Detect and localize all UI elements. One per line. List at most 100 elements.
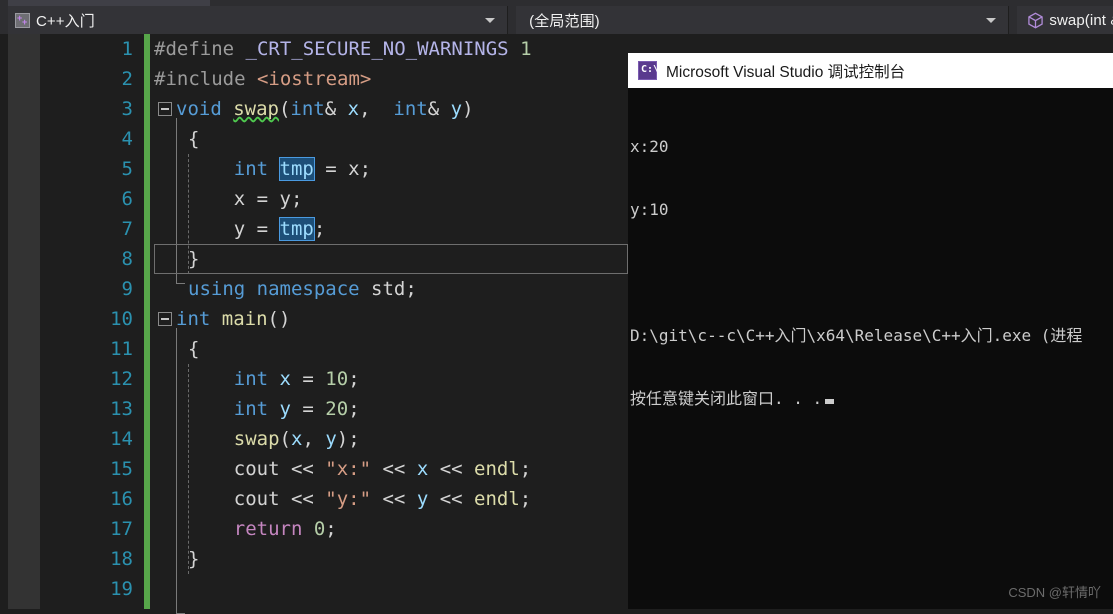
- scope-dropdown[interactable]: (全局范围): [516, 6, 1010, 34]
- line-number: 8: [121, 248, 133, 270]
- line-number: 12: [110, 368, 133, 390]
- line-number: 10: [110, 308, 133, 330]
- line-number: 7: [121, 218, 133, 240]
- line-number: 15: [110, 458, 133, 480]
- console-output-line: y:10: [630, 200, 669, 219]
- token-cout: cout <<: [188, 488, 326, 510]
- token-ampersand: &: [324, 98, 348, 120]
- member-dropdown[interactable]: swap(int &: [1017, 6, 1113, 34]
- token-cout: cout <<: [188, 458, 326, 480]
- line-number: 9: [121, 278, 133, 300]
- token-brace: {: [188, 128, 200, 150]
- token-keyword-using-namespace: using namespace: [188, 278, 372, 300]
- cmd-prompt-icon: C:\: [638, 61, 659, 80]
- token-arg-x: x: [290, 428, 303, 450]
- console-title-bar[interactable]: C:\ Microsoft Visual Studio 调试控制台: [628, 53, 1113, 88]
- console-output-line: 按任意键关闭此窗口. . .: [630, 389, 823, 408]
- navigation-bar: ++ C++入门 (全局范围) swap(int &: [0, 6, 1113, 34]
- console-output-line-with-cursor: 按任意键关闭此窗口. . .: [630, 388, 1113, 409]
- line-number-gutter: 1 2 3 4 5 6 7 8 9 10 11 12 13 14 15 16 1…: [40, 34, 143, 609]
- token-paren: );: [336, 428, 360, 450]
- token-variable-tmp-highlighted: tmp: [278, 157, 315, 181]
- token-ampersand: &: [427, 98, 451, 120]
- token-function-main: main: [221, 308, 268, 330]
- line-number: 4: [121, 128, 133, 150]
- token-equals: =: [290, 398, 326, 420]
- token-variable-y: y: [279, 398, 291, 420]
- line-number: 17: [110, 518, 133, 540]
- token-lhs-y: y =: [233, 218, 280, 240]
- token-function-call-swap: swap: [233, 428, 280, 450]
- line-number: 2: [121, 68, 133, 90]
- token-paren: ): [462, 98, 474, 120]
- line-number: 13: [110, 398, 133, 420]
- token-param-y: y: [450, 98, 463, 120]
- token-stream-op: <<: [428, 458, 475, 480]
- token-brace: {: [188, 338, 200, 360]
- token-keyword-void: void: [176, 98, 234, 120]
- token-keyword-int: int: [290, 98, 325, 120]
- project-dropdown[interactable]: + + C++入门: [8, 6, 509, 34]
- token-macro-value: 1: [508, 38, 532, 60]
- csdn-watermark: CSDN @轩情吖: [1008, 585, 1101, 600]
- line-number: 11: [110, 338, 133, 360]
- debug-console-window[interactable]: C:\ Microsoft Visual Studio 调试控制台 x:20 y…: [628, 53, 1113, 609]
- token-semicolon: ;: [313, 218, 326, 240]
- line-number: 14: [110, 428, 133, 450]
- console-window-title: Microsoft Visual Studio 调试控制台: [666, 63, 906, 81]
- token-keyword-int: int: [233, 158, 280, 180]
- token-endl: endl: [474, 488, 520, 510]
- token-semicolon: ;: [519, 488, 532, 510]
- token-comma: ,: [359, 98, 394, 120]
- token-paren: (: [278, 98, 291, 120]
- token-define: #define: [154, 38, 246, 60]
- cpp-file-icon: + +: [15, 12, 30, 28]
- cube-icon: [1028, 12, 1044, 28]
- token-number: 20: [325, 398, 349, 420]
- token-keyword-return: return: [233, 518, 314, 540]
- console-output: x:20 y:10 D:\git\c--c\C++入门\x64\Release\…: [628, 88, 1113, 451]
- token-semicolon: ;: [519, 458, 532, 480]
- line-number: 6: [121, 188, 133, 210]
- token-semicolon: ;: [348, 398, 360, 420]
- token-assignment: = x;: [313, 158, 372, 180]
- token-variable-tmp-highlighted: tmp: [278, 217, 315, 241]
- token-statement: x = y;: [188, 188, 303, 210]
- token-stream-op: <<: [371, 488, 417, 510]
- token-stream-op: <<: [428, 488, 475, 510]
- token-keyword-int: int: [176, 308, 222, 330]
- line-number: 19: [110, 578, 133, 600]
- console-output-line: x:20: [630, 137, 669, 156]
- token-keyword-int: int: [393, 98, 428, 120]
- token-stream-op: <<: [371, 458, 417, 480]
- token-semicolon: ;: [325, 518, 337, 540]
- token-semicolon: ;: [348, 368, 360, 390]
- token-include: #include: [154, 68, 257, 90]
- line-number: 1: [121, 38, 133, 60]
- token-variable-x: x: [279, 368, 291, 390]
- token-endl: endl: [474, 458, 520, 480]
- token-variable-x: x: [416, 458, 429, 480]
- member-dropdown-label: swap(int &: [1049, 11, 1113, 29]
- chevron-down-icon[interactable]: [986, 18, 997, 23]
- token-param-x: x: [347, 98, 360, 120]
- chevron-down-icon[interactable]: [485, 18, 496, 23]
- breakpoint-margin[interactable]: [8, 34, 40, 609]
- scope-dropdown-label: (全局范围): [529, 12, 600, 30]
- token-keyword-int: int: [188, 368, 280, 390]
- line-number: 5: [121, 158, 133, 180]
- token-comma: ,: [302, 428, 326, 450]
- token-equals: =: [290, 368, 326, 390]
- console-output-line: D:\git\c--c\C++入门\x64\Release\C++入门.exe …: [630, 326, 1083, 345]
- token-variable-y: y: [416, 488, 429, 510]
- token-keyword-int: int: [188, 398, 280, 420]
- line-number: 3: [121, 98, 133, 120]
- token-namespace-std: std;: [371, 278, 417, 300]
- token-macro-name: _CRT_SECURE_NO_WARNINGS: [245, 38, 509, 60]
- token-paren: (: [279, 428, 291, 450]
